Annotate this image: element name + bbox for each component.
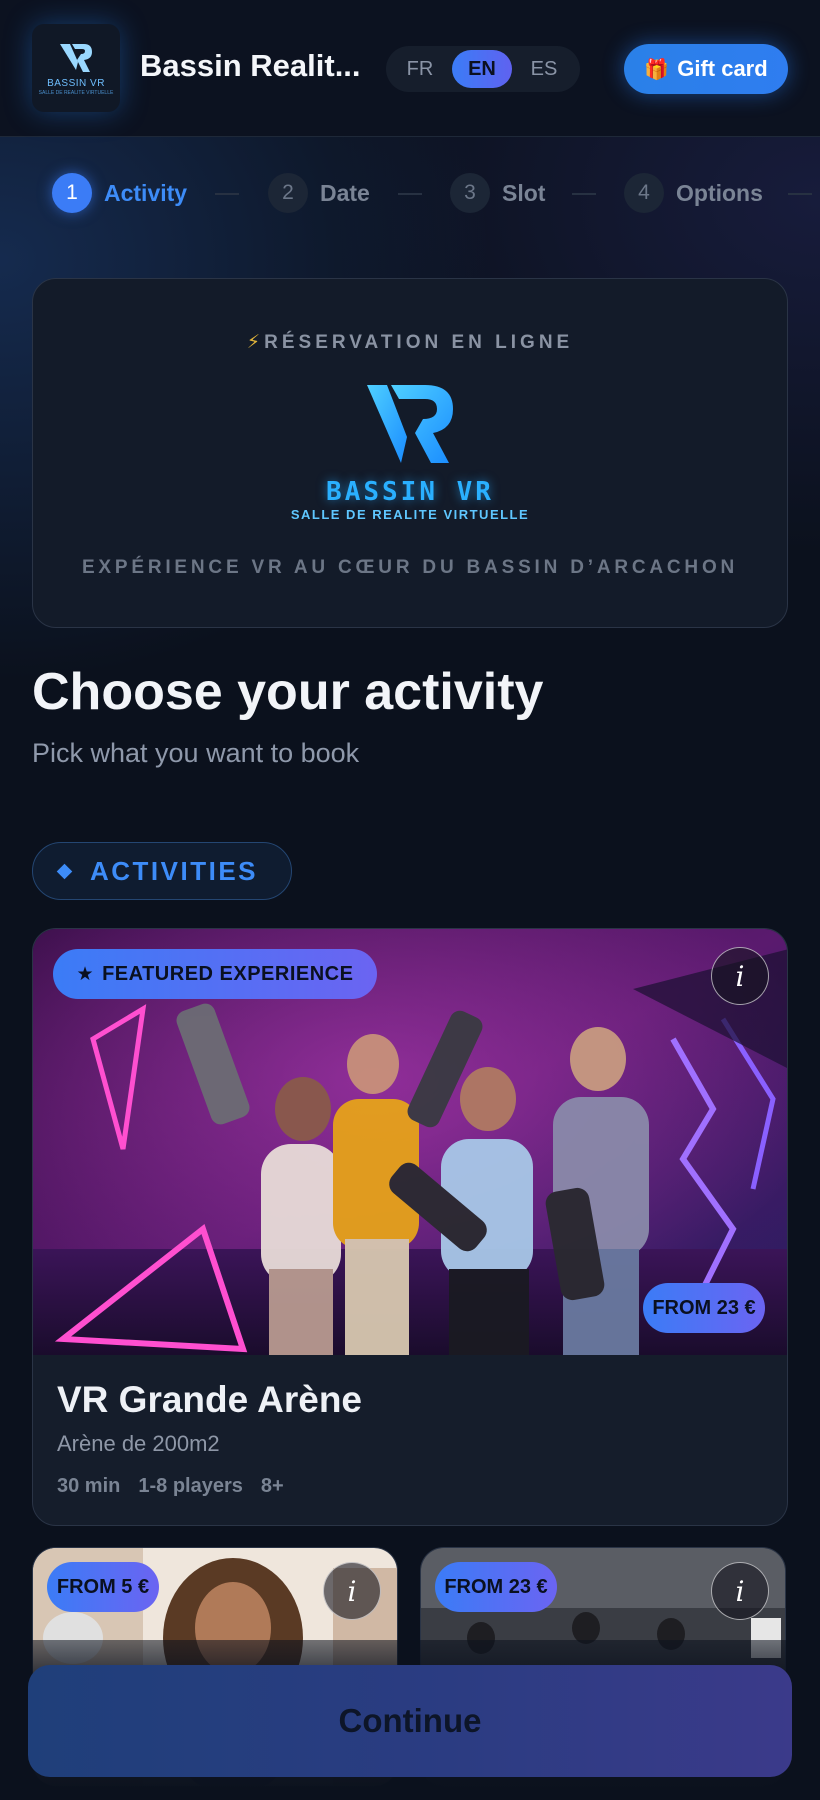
featured-badge-label: FEATURED EXPERIENCE [102,962,354,985]
featured-badge: ★ FEATURED EXPERIENCE [53,949,377,999]
diamond-icon [56,863,73,879]
hero-brand: BASSIN VR [326,477,494,507]
activity-age: 8+ [260,1475,284,1497]
info-button[interactable]: i [711,947,769,1005]
background-glow [0,0,820,1800]
booking-stepper: 1 Activity 2 Date 3 Slot 4 Options [0,170,820,218]
lang-fr-button[interactable]: FR [390,50,450,88]
info-button[interactable]: i [711,1562,769,1620]
gift-icon: 🎁 [644,58,670,81]
top-header: BASSIN VR SALLE DE REALITE VIRTUELLE Bas… [0,0,820,137]
brand-logo[interactable]: BASSIN VR SALLE DE REALITE VIRTUELLE [32,24,120,112]
activity-subtitle: Arène de 200m2 [57,1431,220,1456]
continue-button[interactable]: Continue [28,1665,792,1777]
step-separator [788,193,812,195]
star-icon: ★ [76,963,95,985]
gift-card-label: Gift card [677,56,768,81]
language-switcher: FR EN ES [386,46,580,92]
vr-logo-icon [60,44,92,72]
step-label: Date [320,179,370,206]
hero-kicker-text: RÉSERVATION EN LIGNE [264,332,574,353]
category-label: ACTIVITIES [90,855,259,886]
lang-es-button[interactable]: ES [514,50,574,88]
step-label: Slot [502,179,546,206]
step-number: 4 [624,173,664,213]
price-badge: FROM 23 € [643,1283,765,1333]
gift-card-button[interactable]: 🎁 Gift card [624,44,788,94]
step-label: Activity [104,179,188,206]
step-number: 1 [52,173,92,213]
hero-tagline: EXPÉRIENCE VR AU CŒUR DU BASSIN D’ARCACH… [81,557,739,578]
step-number: 3 [450,173,490,213]
step-activity[interactable]: 1 Activity [52,173,187,213]
hero-kicker: ⚡RÉSERVATION EN LIGNE [33,331,787,354]
step-options[interactable]: 4 Options [624,173,763,213]
step-slot[interactable]: 3 Slot [450,173,545,213]
step-number: 2 [268,173,308,213]
activity-title: VR Grande Arène [57,1379,362,1420]
activity-meta: 30 min 1-8 players 8+ [57,1475,302,1498]
lang-en-button[interactable]: EN [452,50,512,88]
step-label: Options [676,179,763,206]
hero-brand-sub: SALLE DE REALITE VIRTUELLE [290,507,530,522]
logo-text: BASSIN VR [47,78,105,89]
step-separator [215,193,239,195]
info-button[interactable]: i [323,1562,381,1620]
activity-players: 1-8 players [138,1475,243,1497]
step-date[interactable]: 2 Date [268,173,370,213]
activity-card-featured[interactable]: ★ FEATURED EXPERIENCE i FROM 23 € VR Gra… [32,928,788,1526]
hero-banner: ⚡RÉSERVATION EN LIGNE BASSIN VR SALLE DE… [32,278,788,628]
step-separator [572,193,596,195]
brand-name: Bassin Realit... [140,48,361,83]
page-subtitle: Pick what you want to book [32,738,360,768]
price-badge: FROM 23 € [435,1562,557,1612]
activity-duration: 30 min [57,1475,121,1497]
category-pill-activities[interactable]: ACTIVITIES [32,842,292,900]
vr-logo-icon [367,385,453,463]
lightning-icon: ⚡ [246,332,265,353]
step-separator [398,193,422,195]
price-badge: FROM 5 € [47,1562,159,1612]
page-title: Choose your activity [32,663,544,721]
logo-subtext: SALLE DE REALITE VIRTUELLE [38,90,114,96]
